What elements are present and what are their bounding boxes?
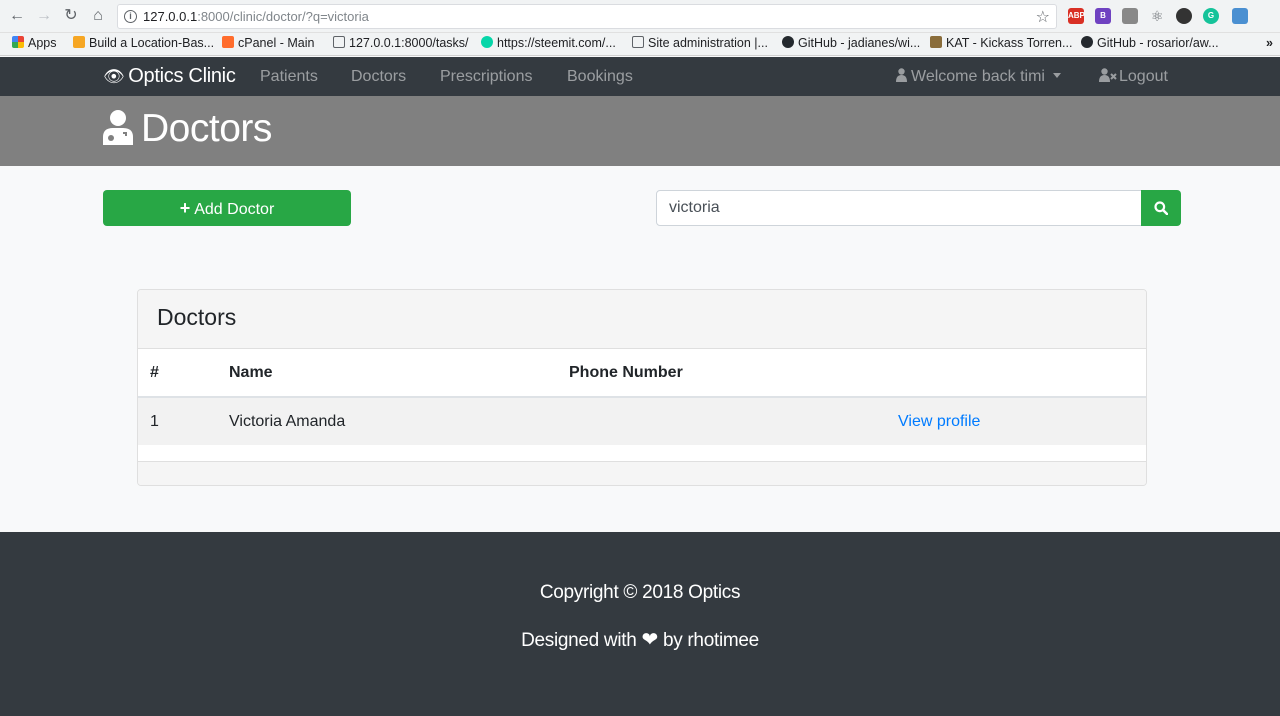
nav-bookings[interactable]: Bookings bbox=[567, 68, 633, 86]
search-icon bbox=[1154, 201, 1168, 215]
github-icon bbox=[1081, 36, 1093, 48]
table-row: 1 Victoria Amanda View profile bbox=[138, 398, 1146, 445]
bookmark-item[interactable]: GitHub - jadianes/wi... bbox=[782, 36, 920, 50]
navbar: 👁 Optics Clinic Patients Doctors Prescrip… bbox=[0, 57, 1280, 96]
react-icon[interactable]: ⚛ bbox=[1149, 8, 1165, 24]
view-profile-link[interactable]: View profile bbox=[898, 413, 980, 431]
back-icon[interactable]: ← bbox=[7, 6, 27, 26]
bookmarks-bar: Apps Build a Location-Bas... cPanel - Ma… bbox=[0, 33, 1280, 56]
designed-by-text: Designed with ❤ by rhotimee bbox=[521, 629, 759, 651]
url-text: 127.0.0.1:8000/clinic/doctor/?q=victoria bbox=[143, 9, 369, 24]
user-icon bbox=[896, 68, 907, 82]
bookmark-item[interactable]: 127.0.0.1:8000/tasks/ bbox=[333, 36, 469, 50]
nav-patients[interactable]: Patients bbox=[260, 68, 318, 86]
info-icon[interactable]: i bbox=[124, 10, 137, 23]
row-number: 1 bbox=[150, 413, 159, 430]
column-number: # bbox=[150, 364, 159, 381]
copyright-text: Copyright © 2018 Optics bbox=[539, 582, 741, 603]
adblock-icon[interactable]: ABP bbox=[1068, 8, 1085, 24]
card-footer bbox=[138, 461, 1146, 485]
grammarly-icon[interactable]: G bbox=[1203, 8, 1219, 24]
site-footer: Copyright © 2018 Optics Designed with ❤ … bbox=[0, 532, 1280, 716]
home-icon[interactable]: ⌂ bbox=[88, 6, 108, 26]
eye-icon: 👁 bbox=[103, 67, 125, 86]
page-title: Doctors bbox=[103, 107, 272, 151]
extension-icon[interactable] bbox=[1176, 8, 1192, 24]
column-phone: Phone Number bbox=[569, 364, 683, 381]
github-icon bbox=[782, 36, 794, 48]
user-dropdown[interactable]: Welcome back timi bbox=[896, 68, 1061, 86]
pocket-icon[interactable] bbox=[1122, 8, 1138, 24]
row-name: Victoria Amanda bbox=[229, 413, 346, 430]
pen-extension-icon[interactable] bbox=[1232, 8, 1248, 24]
address-bar[interactable]: i 127.0.0.1:8000/clinic/doctor/?q=victor… bbox=[117, 4, 1057, 29]
plus-icon: + bbox=[179, 198, 191, 218]
browser-toolbar: ← → ↻ ⌂ i 127.0.0.1:8000/clinic/doctor/?… bbox=[0, 0, 1280, 33]
doctors-card: Doctors # Name Phone Number 1 Victoria A… bbox=[137, 289, 1147, 486]
bookmark-item[interactable]: GitHub - rosarior/aw... bbox=[1081, 36, 1219, 50]
nav-prescriptions[interactable]: Prescriptions bbox=[440, 68, 532, 86]
bookmark-item[interactable]: KAT - Kickass Torren... bbox=[930, 36, 1072, 50]
search-button[interactable] bbox=[1141, 190, 1181, 226]
page-icon bbox=[333, 36, 345, 48]
reload-icon[interactable]: ↻ bbox=[61, 6, 81, 26]
card-title: Doctors bbox=[157, 304, 237, 330]
add-doctor-button[interactable]: + Add Doctor bbox=[103, 190, 351, 226]
search-input[interactable]: victoria bbox=[656, 190, 1142, 226]
forward-icon[interactable]: → bbox=[34, 6, 54, 26]
bookmark-star-icon[interactable]: ☆ bbox=[1036, 7, 1050, 27]
bookmarks-overflow-icon[interactable]: » bbox=[1266, 36, 1273, 50]
user-md-icon bbox=[103, 110, 133, 145]
bookmark-item[interactable]: Site administration |... bbox=[632, 36, 768, 50]
apps-grid-icon bbox=[12, 36, 24, 48]
user-times-icon bbox=[1099, 68, 1117, 82]
steemit-icon bbox=[481, 36, 493, 48]
bookmark-item[interactable]: Build a Location-Bas... bbox=[73, 36, 214, 50]
column-name: Name bbox=[229, 364, 273, 381]
chevron-down-icon bbox=[1052, 73, 1061, 78]
heart-icon: ❤ bbox=[641, 629, 659, 651]
nav-doctors[interactable]: Doctors bbox=[351, 68, 406, 86]
bootstrap-icon[interactable]: B bbox=[1095, 8, 1111, 24]
bookmark-item[interactable]: cPanel - Main bbox=[222, 36, 314, 50]
bookmark-apps[interactable]: Apps bbox=[12, 36, 57, 50]
brand-link[interactable]: 👁 Optics Clinic bbox=[103, 65, 236, 88]
kat-icon bbox=[930, 36, 942, 48]
bookmark-item[interactable]: https://steemit.com/... bbox=[481, 36, 616, 50]
cpanel-icon bbox=[222, 36, 234, 48]
card-header: Doctors bbox=[138, 290, 1146, 349]
table-header: # Name Phone Number bbox=[138, 349, 1146, 398]
bookmark-favicon-icon bbox=[73, 36, 85, 48]
page-header: Doctors bbox=[0, 96, 1280, 166]
logout-link[interactable]: Logout bbox=[1099, 68, 1168, 86]
page-icon bbox=[632, 36, 644, 48]
